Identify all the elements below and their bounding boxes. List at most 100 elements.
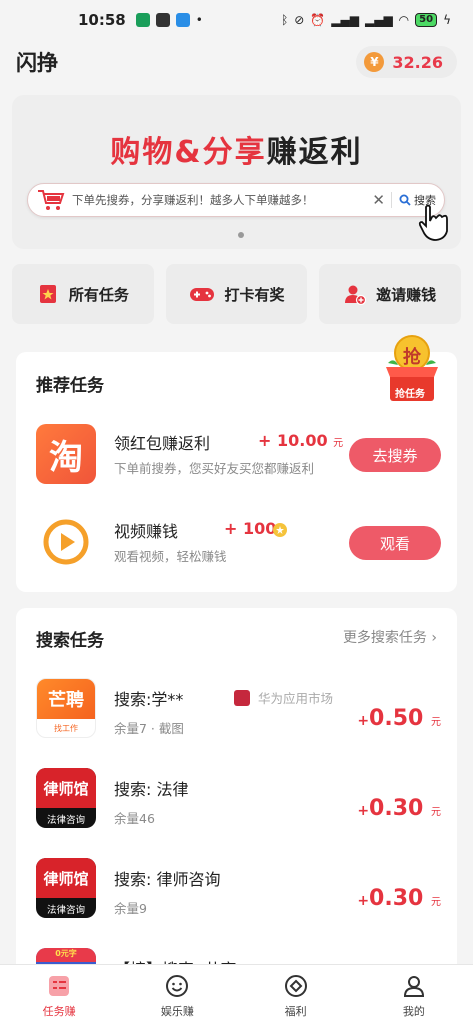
more-search-tasks-label: 更多搜索任务 [342,630,427,646]
taobao-icon: 淘 [36,424,96,484]
search-icon [399,194,411,206]
reward-unit: 元 [431,807,441,818]
video-play-icon [36,512,96,572]
task-desc: 观看视频，轻松赚钱 [114,549,227,564]
carousel-dot [238,232,244,238]
tab-mine-label: 我的 [402,1005,425,1018]
bluetooth-icon: ᛒ [281,13,289,27]
reward-value: 0.30 [369,886,424,911]
watch-button[interactable]: 观看 [349,526,441,560]
search-tasks-title: 搜索任务 [36,631,104,651]
clear-icon[interactable]: ✕ [372,191,385,209]
wifi-icon: ◠ [398,13,410,27]
quick-actions: 所有任务 打卡有奖 邀请赚钱 [12,264,462,324]
reward-prefix: + [224,519,238,538]
more-dot-icon: • [195,13,203,27]
signal-icon: ▂▄▆ [331,13,359,27]
app-notification-icon [155,13,170,27]
mangpin-logo-subtext: 找工作 [54,724,78,733]
task-reward: + 100 [224,519,276,538]
quick-checkin-label: 打卡有奖 [224,285,285,304]
get-coupon-button[interactable]: 去搜券 [349,438,441,472]
search-task-remaining: 余量46 [114,811,155,826]
task-row[interactable]: 视频赚钱 + 100 观看视频，轻松赚钱 观看 [36,512,441,572]
task-desc: 下单前搜券，您买好友买您都赚返利 [114,461,315,476]
lawyer-logo-subtext: 法律咨询 [46,815,85,826]
shopping-cart-icon [38,190,65,210]
store-name: 华为应用市场 [258,691,334,706]
quick-invite[interactable]: 邀请赚钱 [319,264,462,324]
reward-prefix: + [357,893,370,909]
charging-icon: ϟ [443,13,451,27]
reward-unit: 元 [431,897,441,908]
yen-coin-icon: ¥ [364,52,385,72]
search-task-reward: +0.30 元 [357,796,441,821]
search-task-name: 搜索: 律师咨询 [114,870,221,889]
search-task-row[interactable]: 律师馆 法律咨询 搜索: 律师咨询 余量9 +0.30 元 [36,858,441,928]
taobao-icon-text: 淘 [49,437,83,478]
reward-value: 10.00 [276,431,328,450]
lawyer-app-icon: 律师馆 法律咨询 [36,858,96,918]
battery-icon: 50 [415,13,438,27]
reward-prefix: + [357,803,370,819]
ie-icon [175,13,190,27]
reward-value: 0.30 [369,796,424,821]
task-row[interactable]: 淘 领红包赚返利 + 10.00 元 下单前搜券，您买好友买您都赚返利 去搜券 [36,424,441,484]
lawyer-logo-subtext: 法律咨询 [46,905,85,916]
tab-benefits[interactable]: 福利 [237,965,355,1024]
reward-value: 0.50 [369,706,424,731]
smiley-icon [166,975,189,997]
star-bookmark-icon [39,285,56,303]
grab-badge-label: 抢任务 [395,389,425,400]
grab-badge-char: 抢 [403,347,421,368]
tab-mine[interactable]: 我的 [355,965,473,1024]
quick-all-tasks-label: 所有任务 [68,285,129,304]
pointing-hand-icon [418,204,448,241]
reward-unit: 元 [431,717,441,728]
search-task-reward: +0.50 元 [357,706,441,731]
grab-task-badge[interactable]: 抢 抢任务 [382,333,442,407]
tab-entertainment-earn-label: 娱乐赚 [160,1005,194,1018]
quick-checkin[interactable]: 打卡有奖 [165,264,308,324]
search-task-row[interactable]: 律师馆 法律咨询 搜索: 法律 余量46 +0.30 元 [36,768,441,838]
tab-task-earn[interactable]: 任务赚 [0,965,118,1024]
bottom-tab-bar: 任务赚 娱乐赚 福利 我的 [0,964,473,1024]
banner-title-part3: 赚返利 [266,135,363,170]
tab-benefits-label: 福利 [284,1005,307,1018]
banner-search-box[interactable]: 下单先搜券，分享赚返利！越多人下单赚越多！ ✕ 搜索 [27,183,445,217]
task-name: 视频赚钱 [114,522,179,541]
chevron-right-icon: › [431,630,437,646]
alarm-icon: ⏰ [310,13,326,27]
search-task-remaining: 余量7 · 截图 [114,721,184,736]
banner-title-part2: 分享 [202,135,267,170]
lawyer-logo-text: 律师馆 [36,858,96,898]
banner-title-part1: 购物 [110,135,175,170]
task-list-icon [49,976,70,996]
download-icon [135,13,150,27]
search-task-row[interactable]: 芒聘 找工作 搜索:学** 华为应用市场 余量7 · 截图 +0.50 元 [36,678,441,748]
balance-value: 32.26 [392,52,443,72]
diamond-icon [284,975,307,997]
status-time: 10:58 [78,11,126,29]
huawei-appgallery-icon [234,689,250,706]
status-bar: 10:58 • ᛒ ⊘ ⏰ ▂▄▆ ▂▄▆ ◠ 50 ϟ [0,0,473,40]
task-reward: + 10.00 元 [258,431,343,450]
search-task-name: 搜索: 法律 [114,780,189,799]
more-search-tasks-link[interactable]: 更多搜索任务 › [343,627,437,647]
promo-banner[interactable]: 购物&分享赚返利 下单先搜券，分享赚返利！越多人下单赚越多！ ✕ 搜索 [12,95,461,249]
reward-prefix: + [357,713,370,729]
gamepad-icon [189,288,214,301]
balance-pill[interactable]: ¥ 32.26 [356,46,457,78]
search-task-remaining: 余量9 [114,901,147,916]
search-task-reward: +0.30 元 [357,886,441,911]
header: 闪挣 ¥ 32.26 [0,40,473,84]
quick-invite-label: 邀请赚钱 [376,285,437,304]
quick-all-tasks[interactable]: 所有任务 [12,264,154,324]
lawyer-logo-text: 律师馆 [36,768,96,808]
mangpin-logo-text: 芒聘 [37,679,95,719]
user-icon [403,976,424,997]
tab-entertainment-earn[interactable]: 娱乐赚 [118,965,236,1024]
search-placeholder[interactable]: 下单先搜券，分享赚返利！越多人下单赚越多！ [72,192,366,208]
recommended-title: 推荐任务 [36,376,104,396]
search-task-name: 搜索:学** [114,690,184,709]
